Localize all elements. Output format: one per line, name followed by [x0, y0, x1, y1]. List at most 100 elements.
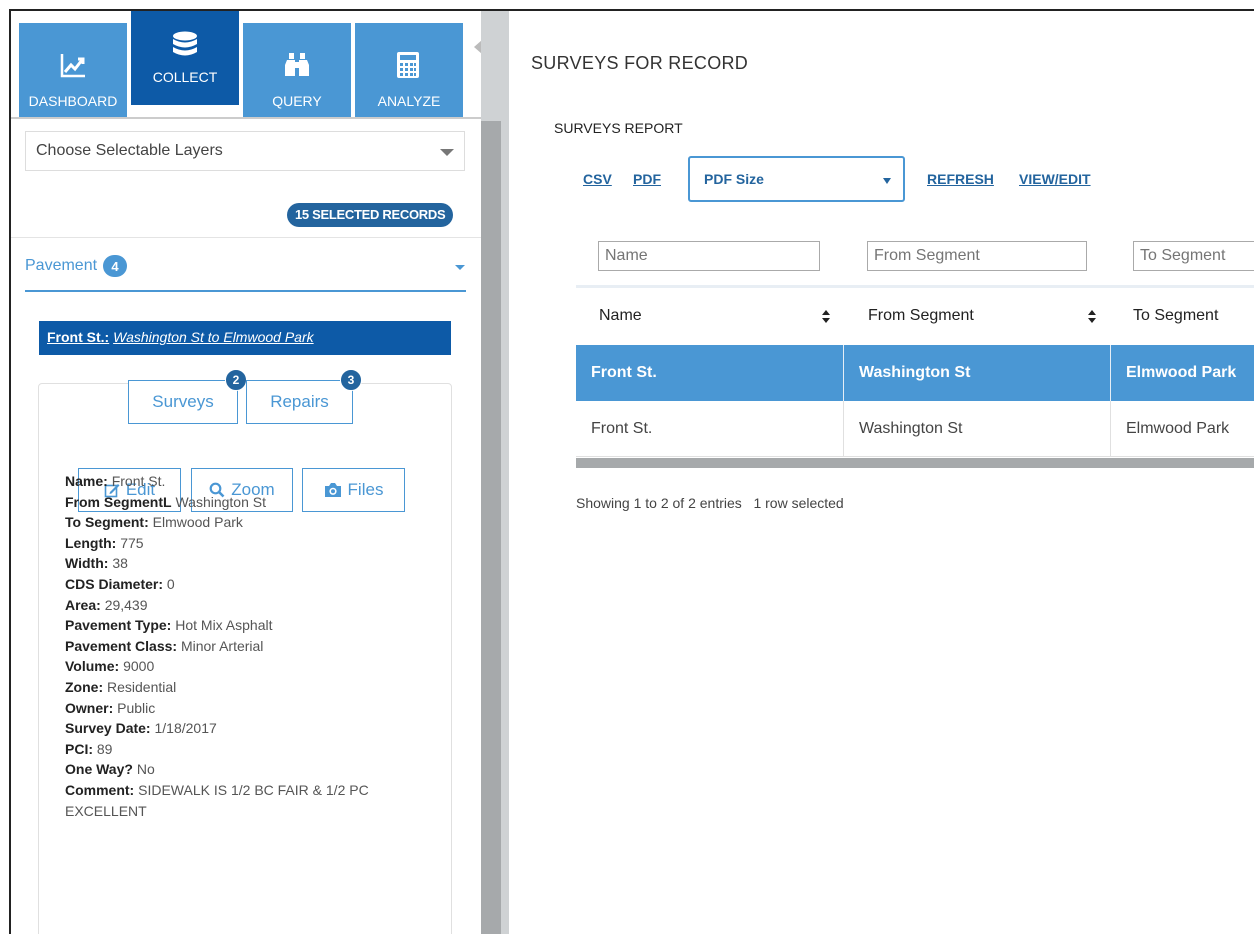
layer-group-name: Pavement [25, 257, 98, 274]
selectable-layers-dropdown[interactable]: Choose Selectable Layers [25, 131, 465, 171]
surveys-count-badge: 2 [225, 369, 247, 391]
database-icon [171, 31, 199, 59]
surveys-button-label: Surveys [152, 392, 214, 411]
detail-label: Owner: [65, 699, 114, 716]
record-name: Front St.: [47, 329, 110, 345]
record-details: Name: Front St. From SegmentL Washington … [65, 471, 445, 821]
main-nav: DASHBOARD COLLECT QUERY ANALYZE [19, 11, 463, 117]
caret-down-icon[interactable] [455, 265, 465, 270]
detail-value: Elmwood Park [152, 514, 243, 531]
detail-label: Zone: [65, 678, 104, 695]
detail-label: Width: [65, 555, 109, 572]
sidebar-divider [11, 117, 481, 119]
nav-dashboard-button[interactable]: DASHBOARD [19, 23, 127, 117]
chart-line-icon [59, 51, 87, 79]
detail-line: Owner: Public [65, 698, 445, 719]
detail-label: Name: [65, 473, 108, 489]
filter-from-segment-input[interactable] [867, 241, 1087, 271]
table-cell: Front St. [591, 420, 653, 437]
detail-line: PCI: 89 [65, 739, 445, 760]
report-title: SURVEYS REPORT [554, 120, 683, 136]
filter-name-input[interactable] [598, 241, 820, 271]
detail-value: 89 [96, 740, 113, 757]
view-edit-link[interactable]: VIEW/EDIT [1019, 171, 1091, 187]
detail-line: CDS Diameter: 0 [65, 574, 445, 595]
detail-label: To Segment: [65, 514, 149, 531]
column-header-to-segment[interactable]: To Segment [1133, 307, 1218, 325]
detail-value: Front St. [111, 473, 166, 489]
table-cell: Washington St [843, 401, 1110, 457]
detail-line: Length: 775 [65, 533, 445, 554]
sidebar: DASHBOARD COLLECT QUERY ANALYZE Choose S… [11, 11, 481, 934]
detail-value: Minor Arterial [180, 637, 264, 654]
detail-label: PCI: [65, 740, 93, 757]
layer-group-pavement[interactable]: Pavement 4 [25, 255, 128, 277]
detail-line: Zone: Residential [65, 677, 445, 698]
layer-group-underline [25, 290, 466, 292]
sidebar-scrollbar[interactable] [481, 121, 501, 934]
binoculars-icon [283, 51, 311, 79]
calculator-icon [395, 51, 423, 79]
column-header-from-segment[interactable]: From Segment [868, 307, 974, 325]
detail-label: From SegmentL [65, 493, 172, 510]
repairs-count-badge: 3 [340, 369, 362, 391]
nav-query-label: QUERY [272, 93, 322, 109]
detail-label: Pavement Type: [65, 617, 172, 634]
detail-label: Pavement Class: [65, 637, 178, 654]
selectable-layers-placeholder: Choose Selectable Layers [36, 142, 223, 159]
refresh-link[interactable]: REFRESH [927, 171, 994, 187]
detail-label: Length: [65, 534, 117, 551]
table-horizontal-scrollbar[interactable] [576, 458, 1254, 468]
pdf-size-select[interactable]: PDF Size [688, 156, 905, 202]
detail-line: Volume: 9000 [65, 656, 445, 677]
detail-line: Area: 29,439 [65, 595, 445, 616]
nav-collect-label: COLLECT [152, 69, 218, 85]
detail-line: Pavement Type: Hot Mix Asphalt [65, 615, 445, 636]
window-top-strip [0, 0, 1254, 9]
detail-value: 38 [112, 555, 128, 572]
detail-label: CDS Diameter: [65, 575, 164, 592]
detail-line: Pavement Class: Minor Arterial [65, 636, 445, 657]
nav-query-button[interactable]: QUERY [243, 23, 351, 117]
detail-value: 9000 [123, 658, 155, 675]
detail-value: 29,439 [104, 596, 148, 613]
csv-export-link[interactable]: CSV [583, 171, 612, 187]
filter-to-segment-input[interactable] [1133, 241, 1254, 271]
detail-value: No [136, 761, 155, 778]
table-row-selected[interactable]: Front St. Washington St Elmwood Park [576, 345, 1254, 401]
table-cell: Elmwood Park [1110, 401, 1254, 457]
detail-value: Hot Mix Asphalt [175, 617, 273, 634]
surveys-panel: SURVEYS FOR RECORD SURVEYS REPORT CSV PD… [509, 11, 1254, 934]
selected-records-badge[interactable]: 15 SELECTED RECORDS [287, 203, 454, 227]
surveys-button[interactable]: Surveys 2 [128, 369, 247, 424]
table-row[interactable]: Front St. Washington St Elmwood Park [576, 401, 1254, 457]
repairs-button[interactable]: Repairs 3 [246, 369, 362, 424]
chevron-down-icon [440, 149, 454, 156]
sort-icon[interactable] [1088, 310, 1097, 324]
table-header-border [576, 285, 1254, 288]
pdf-export-link[interactable]: PDF [633, 171, 661, 187]
detail-line: Width: 38 [65, 553, 445, 574]
detail-line: From SegmentL Washington St [65, 492, 445, 513]
table-cell: Front St. [591, 364, 657, 381]
detail-value: Washington St [175, 493, 266, 510]
selected-record-link[interactable]: Front St.: Washington St to Elmwood Park [39, 321, 451, 355]
map-edge [481, 11, 509, 934]
panel-title: SURVEYS FOR RECORD [531, 53, 749, 73]
nav-collect-button[interactable]: COLLECT [131, 11, 239, 105]
detail-value: 0 [166, 575, 175, 592]
nav-analyze-label: ANALYZE [377, 93, 441, 109]
detail-value: 775 [120, 534, 144, 551]
column-header-name[interactable]: Name [599, 307, 642, 325]
detail-value: 1/18/2017 [154, 720, 217, 737]
table-cell: Washington St [843, 345, 1110, 401]
detail-line: One Way? No [65, 759, 445, 780]
table-info-text: Showing 1 to 2 of 2 entries 1 row select… [576, 495, 844, 511]
layer-group-count-badge: 4 [103, 255, 128, 277]
detail-label: One Way? [65, 761, 133, 778]
detail-label: Survey Date: [65, 720, 151, 737]
table-cell: Elmwood Park [1110, 345, 1254, 401]
nav-analyze-button[interactable]: ANALYZE [355, 23, 463, 117]
sort-icon[interactable] [822, 310, 831, 324]
nav-dashboard-label: DASHBOARD [28, 93, 118, 109]
